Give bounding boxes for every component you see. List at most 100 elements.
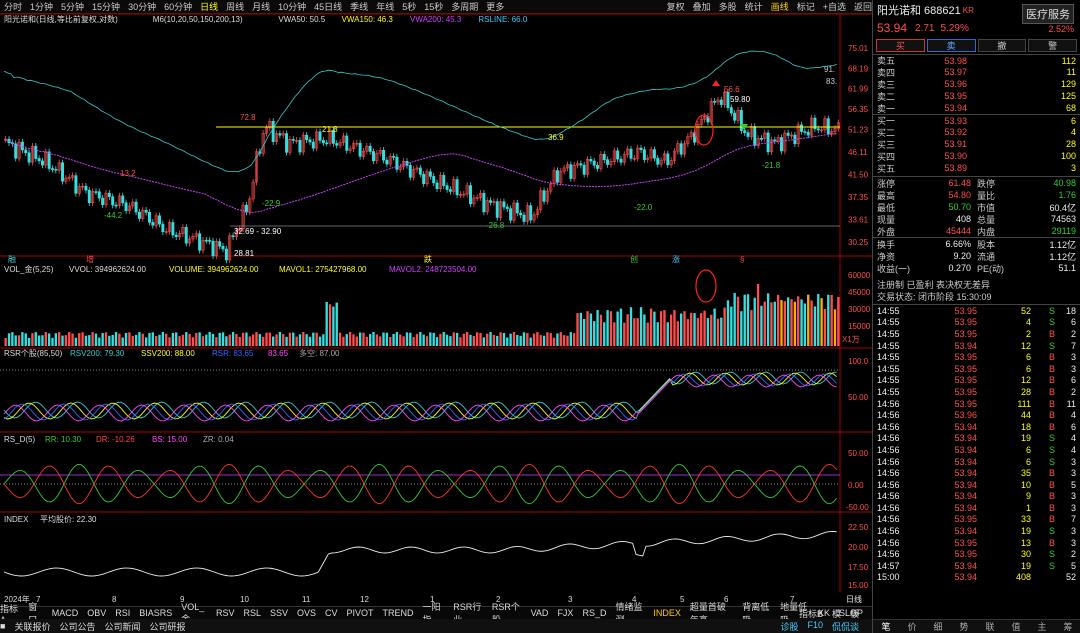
indicator-tab[interactable]: VAD <box>531 608 549 618</box>
main-y-label: 56.35 <box>848 105 869 114</box>
detail-tab[interactable]: 筹 <box>1055 620 1080 633</box>
tick-volume: 18 <box>1020 421 1031 432</box>
indicator-tab[interactable]: SSV <box>270 608 288 618</box>
volume-bar <box>776 294 780 346</box>
detail-tab[interactable]: 势 <box>951 620 977 633</box>
x-axis-label: 12 <box>360 595 369 604</box>
event-label: 创 <box>630 254 638 264</box>
candle-body <box>198 233 202 251</box>
volume-bar <box>191 337 195 346</box>
volume-bar <box>211 333 215 346</box>
volume-bar <box>790 299 793 346</box>
info-tab[interactable]: 公司公告 <box>59 620 95 633</box>
candle-body <box>221 245 225 250</box>
indicator-tab[interactable]: RS_D <box>582 608 606 618</box>
detail-tab[interactable]: 价 <box>899 620 925 633</box>
info-tab[interactable]: 公司研报 <box>149 620 185 633</box>
tick-count: 4 <box>1070 433 1076 444</box>
indicator-tab[interactable]: FJX <box>557 608 573 618</box>
tick-volume: 28 <box>1020 386 1031 397</box>
candle-body <box>151 222 155 226</box>
tick-price: 53.95 <box>954 549 977 560</box>
tick-volume: 52 <box>1020 305 1031 316</box>
indicator-tab[interactable]: BIASRS <box>139 608 172 618</box>
trade-button[interactable]: 买 <box>876 38 925 52</box>
volume-bar <box>41 335 44 346</box>
detail-tab[interactable]: 细 <box>925 620 951 633</box>
indicator-tab[interactable]: 板 <box>850 607 859 620</box>
menu-icon[interactable]: ■ <box>0 621 5 631</box>
volume-bar <box>138 332 141 346</box>
tick-time: 14:55 <box>877 386 900 397</box>
indicator-tab[interactable]: 模 <box>832 607 841 620</box>
detail-tab[interactable]: 主 <box>1029 620 1055 633</box>
candle-body <box>37 158 41 162</box>
sector-button[interactable]: 医疗服务 <box>1022 4 1074 24</box>
tick-price: 53.94 <box>954 468 977 479</box>
tick-row: 14:56 53.94 6 S 3 <box>873 456 1080 468</box>
tick-volume: 35 <box>1020 468 1031 479</box>
info-tab[interactable]: 侃侃谈 <box>832 620 859 633</box>
candle-body <box>318 131 322 141</box>
candle-body <box>505 206 509 209</box>
tick-time: 14:55 <box>877 363 900 374</box>
candle-body <box>321 140 325 144</box>
indicator-tab[interactable]: OVS <box>297 608 316 618</box>
candle-body <box>385 159 389 165</box>
volume-bar <box>476 332 479 346</box>
info-tab[interactable]: 诊股 <box>780 620 798 633</box>
x-axis-label: 11 <box>302 595 311 604</box>
main-y-label: 61.99 <box>848 85 869 94</box>
chart-canvas[interactable]: 阳光诺和(日线,等比前复权,对数) M6(10,20,50,150,200,13)… <box>0 0 872 633</box>
volume-bar <box>111 334 114 346</box>
volume-bar <box>472 336 476 346</box>
candle-body <box>786 132 790 136</box>
indicator-tab[interactable]: CV <box>325 608 338 618</box>
stat-row: 现量 408 总量 74563 <box>873 213 1080 225</box>
index-legend: 平均股价: 22.30 <box>40 514 97 524</box>
vol-y-label: 15000 <box>848 322 871 331</box>
detail-tab[interactable]: 笔 <box>873 620 899 633</box>
candle-body <box>629 148 633 159</box>
volume-bar <box>499 332 502 346</box>
trade-button[interactable]: 警 <box>1028 38 1077 52</box>
rsr-legend: 83.65 <box>268 349 289 358</box>
info-tab[interactable]: 公司新闻 <box>104 620 140 633</box>
trade-buttons: 买卖撤警 <box>873 36 1080 54</box>
detail-tab[interactable]: 联 <box>977 620 1003 633</box>
event-label: § <box>740 255 744 264</box>
info-tab[interactable]: F10 <box>807 620 823 633</box>
volume-bar <box>61 335 64 346</box>
volume-bar <box>596 310 599 346</box>
volume-bar <box>659 311 663 346</box>
indicator-tab[interactable]: 指标B <box>799 607 823 620</box>
tick-row: 14:56 53.96 44 B 4 <box>873 409 1080 421</box>
candle-body <box>40 160 44 166</box>
indicator-tab[interactable]: INDEX <box>653 608 681 618</box>
tick-side: S <box>1048 549 1055 560</box>
detail-tab[interactable]: 值 <box>1003 620 1029 633</box>
volume-bar <box>793 301 797 346</box>
tick-time: 14:56 <box>877 468 900 479</box>
info-tab[interactable]: 关联报价 <box>14 620 50 633</box>
kline-chart-area[interactable]: 分时 1分钟 5分钟 15分钟 30分钟 60分钟 日线 周线 月线 10分钟 45日线 季线 年线 5秒… <box>0 0 872 633</box>
volume-bar <box>562 335 566 346</box>
rsline-label: 83. <box>826 77 837 86</box>
volume-bar <box>462 333 465 346</box>
candle-body <box>395 156 399 170</box>
candle-body <box>469 185 472 205</box>
indicator-tab[interactable]: OBV <box>87 608 106 618</box>
indicator-tab[interactable]: RSI <box>115 608 130 618</box>
volume-bar <box>74 337 78 346</box>
trade-button[interactable]: 卖 <box>926 38 976 52</box>
tick-price: 53.95 <box>954 363 977 374</box>
indicator-tab[interactable]: TREND <box>383 608 414 618</box>
indicator-tab[interactable]: RSV <box>216 608 235 618</box>
tick-volume: 408 <box>1015 572 1031 583</box>
indicator-tab[interactable]: RSL <box>243 608 261 618</box>
indicator-tab[interactable]: MACD <box>52 608 79 618</box>
trade-button[interactable]: 撤 <box>977 38 1027 52</box>
tick-row: 14:56 53.94 19 S 3 <box>873 525 1080 537</box>
indicator-tab[interactable]: PIVOT <box>347 608 374 618</box>
indicator-tabs: 指标A窗口MACDOBVRSIBIASRSVOL_金RSVRSLSSVOVSCV… <box>0 602 872 625</box>
